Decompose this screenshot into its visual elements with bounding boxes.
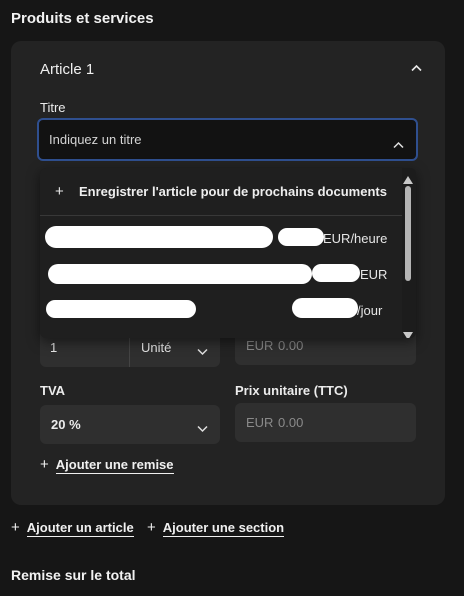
price-ht-value: 0.00: [278, 338, 304, 353]
redacted-article-name: [45, 226, 273, 248]
title-suggestions-dropdown: + Enregistrer l'article pour de prochain…: [40, 168, 416, 338]
saved-article-option[interactable]: EUR/heure: [40, 224, 402, 254]
dropdown-scrollbar-thumb[interactable]: [405, 186, 411, 281]
redacted-article-price: [278, 228, 324, 246]
saved-article-unit: EUR: [360, 267, 388, 282]
title-field-label: Titre: [40, 100, 66, 115]
saved-article-unit: /jour: [357, 303, 383, 318]
register-article-label: Enregistrer l'article pour de prochains …: [79, 184, 387, 199]
collapse-article-icon[interactable]: [411, 64, 422, 75]
add-article-button[interactable]: + Ajouter un article: [11, 519, 134, 537]
add-section-label: Ajouter une section: [162, 520, 285, 537]
add-discount-label: Ajouter une remise: [55, 457, 174, 474]
price-ttc-value: 0.00: [278, 415, 304, 430]
saved-article-option[interactable]: /jour: [40, 296, 402, 326]
price-ttc-label: Prix unitaire (TTC): [235, 383, 348, 398]
redacted-article-name: [48, 264, 312, 284]
dropdown-divider: [40, 215, 402, 216]
discount-total-title: Remise sur le total: [11, 567, 136, 583]
section-title: Produits et services: [11, 10, 154, 27]
vat-label: TVA: [40, 383, 66, 398]
title-input[interactable]: [37, 118, 418, 161]
title-dropdown-toggle-icon[interactable]: [393, 136, 404, 154]
scroll-down-icon[interactable]: [403, 327, 413, 338]
redacted-article-price: [292, 298, 358, 318]
saved-article-option[interactable]: EUR: [40, 260, 402, 290]
add-discount-button[interactable]: + Ajouter une remise: [40, 456, 174, 474]
price-ttc-currency: EUR: [246, 415, 274, 430]
quantity-value: 1: [50, 340, 58, 355]
register-article-option[interactable]: + Enregistrer l'article pour de prochain…: [40, 176, 400, 208]
plus-icon: +: [55, 183, 64, 200]
price-ht-currency: EUR: [246, 338, 274, 353]
unit-value: Unité: [141, 340, 172, 355]
vat-chevron-down-icon: [197, 420, 208, 438]
add-article-label: Ajouter un article: [26, 520, 134, 537]
vat-value: 20 %: [51, 417, 81, 432]
add-section-button[interactable]: + Ajouter une section: [147, 519, 285, 537]
plus-icon: +: [40, 456, 49, 473]
unit-chevron-down-icon: [197, 343, 208, 361]
plus-icon: +: [147, 519, 156, 536]
plus-icon: +: [11, 519, 20, 536]
redacted-article-price: [312, 264, 360, 282]
redacted-article-name: [46, 300, 196, 318]
article-title: Article 1: [40, 61, 95, 78]
saved-article-unit: EUR/heure: [323, 231, 388, 246]
